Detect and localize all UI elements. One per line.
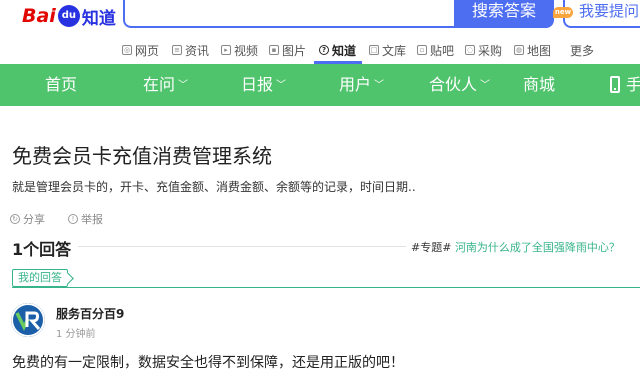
report-label: 举报: [81, 213, 103, 226]
image-icon: ▪: [269, 45, 279, 55]
nav-mall[interactable]: 商城: [523, 64, 555, 106]
purchase-icon: ◌: [465, 45, 475, 55]
chevron-down-icon: ﹀: [178, 80, 189, 91]
tab-divider: [12, 287, 640, 288]
channel-label: 图片: [282, 43, 307, 58]
channel-label: 资讯: [185, 43, 210, 58]
nav-home[interactable]: 首页: [45, 64, 77, 106]
web-icon: ◎: [122, 45, 132, 55]
tieba-icon: ▫: [417, 45, 427, 55]
nav-daily[interactable]: 日报 ﹀: [241, 64, 286, 106]
nav-label: 日报: [241, 75, 274, 94]
channel-label: 地图: [527, 43, 552, 58]
answer-text: 免费的有一定限制，数据安全也得不到保障，还是用正版的吧！: [12, 355, 404, 371]
ask-question-button[interactable]: 我要提问: [563, 0, 640, 28]
nav-label: 合伙人: [429, 75, 478, 94]
topic-link[interactable]: #专题# 河南为什么成了全国强降雨中心？: [411, 239, 620, 255]
new-badge: new: [553, 7, 573, 18]
nav-mobile[interactable]: 手: [626, 64, 640, 106]
channel-label: 网页: [135, 43, 160, 58]
question-title: 免费会员卡充值消费管理系统: [12, 144, 272, 168]
share-icon: ↻: [10, 214, 20, 224]
share-button[interactable]: ↻ 分享: [10, 211, 45, 227]
channel-zhidao[interactable]: ? 知道: [319, 41, 356, 59]
share-label: 分享: [23, 213, 45, 226]
nav-label: 用户: [339, 75, 372, 94]
video-icon: ▸: [221, 45, 231, 55]
question-description: 就是管理会员卡的，开卡、充值金额、消费金额、余额等的记录，时间日期..: [12, 180, 416, 194]
logo-zhidao-text: 知道: [81, 8, 116, 29]
search-input[interactable]: [123, 0, 456, 28]
main-nav: 首页 在问 ﹀ 日报 ﹀ 用户 ﹀ 合伙人 ﹀ 商城: [0, 64, 640, 106]
report-icon: !: [68, 214, 78, 224]
channel-image[interactable]: ▪ 图片: [269, 41, 306, 59]
baidu-logo[interactable]: Bai du 知道: [22, 3, 116, 29]
chevron-down-icon: ﹀: [374, 80, 385, 91]
phone-icon[interactable]: [610, 76, 620, 93]
search-answer-button[interactable]: 搜索答案: [454, 0, 554, 28]
topic-link-text[interactable]: 河南为什么成了全国强降雨中心？: [455, 241, 620, 254]
tab-my-answer[interactable]: 我的回答: [12, 269, 68, 287]
channel-label: 贴吧: [430, 43, 455, 58]
nav-label: 在问: [143, 75, 176, 94]
avatar[interactable]: [11, 303, 45, 337]
nav-label: 商城: [523, 75, 556, 94]
answer-time: 1 分钟前: [56, 329, 96, 340]
nav-label: 首页: [45, 75, 78, 94]
channel-label: 知道: [332, 43, 357, 58]
avatar-logo-icon: [11, 303, 45, 337]
report-button[interactable]: ! 举报: [68, 211, 103, 227]
channel-video[interactable]: ▸ 视频: [221, 41, 258, 59]
answer-count: 1个回答: [12, 240, 72, 259]
topic-tag: #专题#: [411, 241, 452, 254]
channel-label: 更多: [570, 43, 595, 58]
channel-tieba[interactable]: ▫ 贴吧: [417, 41, 454, 59]
nav-partners[interactable]: 合伙人 ﹀: [429, 64, 490, 106]
divider: [78, 246, 406, 247]
news-icon: ≡: [172, 45, 182, 55]
doc-icon: □: [369, 45, 379, 55]
logo-bai-text: Bai: [22, 5, 56, 27]
channel-bar: ◎ 网页 ≡ 资讯 ▸ 视频 ▪ 图片 ? 知道 □ 文库 ▫ 贴吧 ◌ 采购 ◍ 地图 更多: [0, 36, 640, 64]
channel-purchase[interactable]: ◌ 采购: [465, 41, 502, 59]
chevron-down-icon: ﹀: [276, 80, 287, 91]
question-icon: ?: [319, 45, 329, 55]
channel-news[interactable]: ≡ 资讯: [172, 41, 209, 59]
map-icon: ◍: [514, 45, 524, 55]
nav-asking[interactable]: 在问 ﹀: [143, 64, 188, 106]
chevron-down-icon: ﹀: [480, 80, 491, 91]
logo-paw-icon: du: [57, 5, 80, 27]
author-name[interactable]: 服务百分百9: [56, 305, 124, 322]
channel-web[interactable]: ◎ 网页: [122, 41, 159, 59]
channel-map[interactable]: ◍ 地图: [514, 41, 551, 59]
channel-more[interactable]: 更多: [570, 41, 594, 59]
channel-label: 文库: [382, 43, 407, 58]
channel-label: 视频: [234, 43, 259, 58]
top-bar: Bai du 知道 搜索答案 我要提问: [0, 0, 640, 36]
channel-wenku[interactable]: □ 文库: [369, 41, 406, 59]
nav-users[interactable]: 用户 ﹀: [339, 64, 384, 106]
channel-label: 采购: [478, 43, 503, 58]
